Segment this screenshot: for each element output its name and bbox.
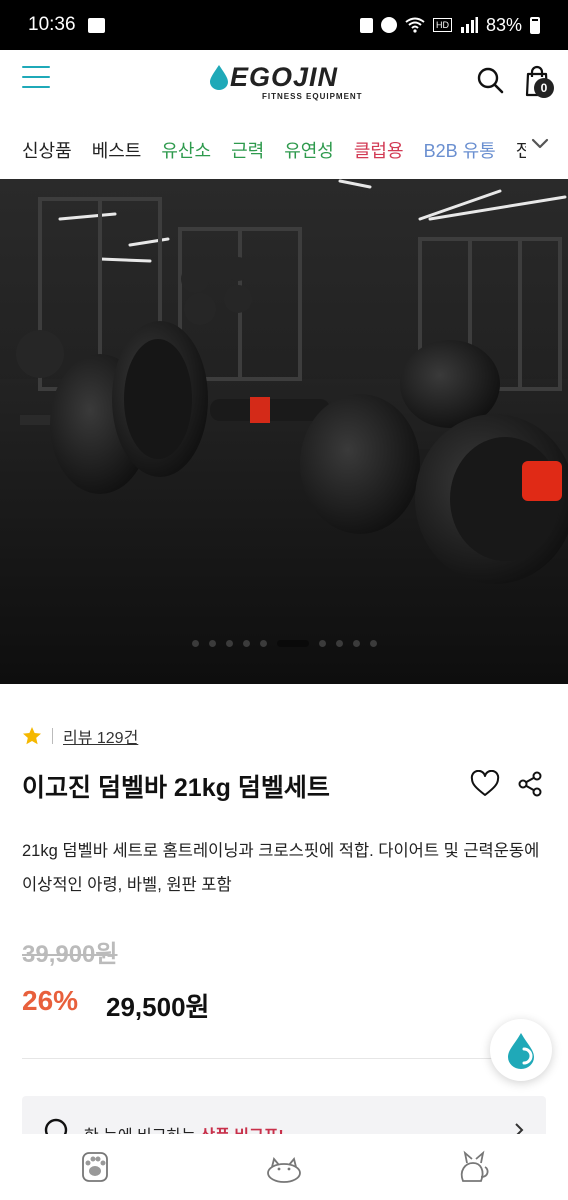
battery-icon <box>530 16 540 34</box>
status-time: 10:36 <box>28 14 76 35</box>
carousel-dot[interactable] <box>335 640 343 647</box>
discount-rate: 26% <box>22 985 79 1016</box>
category-tab[interactable]: 신상품 <box>22 137 72 163</box>
category-tab[interactable]: B2B 유통 <box>424 137 496 163</box>
category-nav: 신상품 베스트 유산소 근력 유연성 클럽용 B2B 유통 전. <box>0 122 568 178</box>
app-header: EGOJIN FITNESS EQUIPMENT <box>0 50 568 122</box>
sale-price: 29,500원 <box>106 992 210 1022</box>
category-tab[interactable]: 근력 <box>231 137 264 163</box>
carousel-pagination <box>0 640 568 647</box>
category-tab[interactable]: 베스트 <box>92 137 142 163</box>
carousel-dot-active[interactable] <box>276 640 309 647</box>
category-tab[interactable]: 유연성 <box>284 137 334 163</box>
water-drop-icon <box>210 65 228 90</box>
carousel-dot[interactable] <box>369 640 377 647</box>
signal-icon <box>460 17 478 33</box>
rating-row: 리뷰 129건 <box>22 724 138 748</box>
carousel-dot[interactable] <box>208 640 216 647</box>
volte-icon: HD <box>432 18 452 32</box>
category-tab[interactable]: 유산소 <box>161 137 211 163</box>
bottom-nav <box>0 1134 568 1200</box>
cat-icon[interactable] <box>451 1147 495 1187</box>
brand-name: EGOJIN <box>230 62 339 92</box>
star-icon <box>23 727 41 745</box>
section-divider <box>22 1058 546 1059</box>
lock-icon <box>359 17 373 33</box>
carousel-dot[interactable] <box>318 640 326 647</box>
battery-text: 83% <box>485 14 522 35</box>
dumbbell-photo <box>0 179 568 684</box>
floating-chat-button[interactable] <box>490 1019 552 1081</box>
carousel-dot[interactable] <box>242 640 250 647</box>
category-tab[interactable]: 클럽용 <box>354 137 404 163</box>
alarm-icon <box>380 17 397 33</box>
cat-sleeping-icon[interactable] <box>262 1147 306 1187</box>
share-icon[interactable] <box>516 770 544 798</box>
product-hero-image[interactable] <box>0 179 568 684</box>
carousel-dot[interactable] <box>225 640 233 647</box>
product-description: 21kg 덤벨바 세트로 홈트레이닝과 크로스핏에 적합. 다이어트 및 근력운… <box>22 842 540 894</box>
image-icon <box>87 17 105 33</box>
water-drop-icon <box>508 1033 534 1069</box>
cart-count-badge: 0 <box>534 78 554 98</box>
brand-logo[interactable]: EGOJIN FITNESS EQUIPMENT <box>208 58 368 102</box>
heart-icon[interactable] <box>470 770 500 798</box>
wifi-icon <box>405 17 425 33</box>
divider <box>52 728 53 744</box>
carousel-dot[interactable] <box>352 640 360 647</box>
review-count-link[interactable]: 리뷰 129건 <box>63 724 138 748</box>
carousel-dot[interactable] <box>259 640 267 647</box>
search-icon[interactable] <box>476 66 504 94</box>
hamburger-menu-icon[interactable] <box>22 66 50 88</box>
status-bar: 10:36 HD 83% <box>0 0 568 50</box>
brand-subtitle: FITNESS EQUIPMENT <box>262 92 363 101</box>
chevron-down-icon[interactable] <box>526 130 554 158</box>
product-title: 이고진 덤벨바 21kg 덤벨세트 <box>22 774 330 802</box>
original-price: 39,900원 <box>22 941 118 968</box>
carousel-dot[interactable] <box>191 640 199 647</box>
paw-icon[interactable] <box>73 1147 117 1187</box>
